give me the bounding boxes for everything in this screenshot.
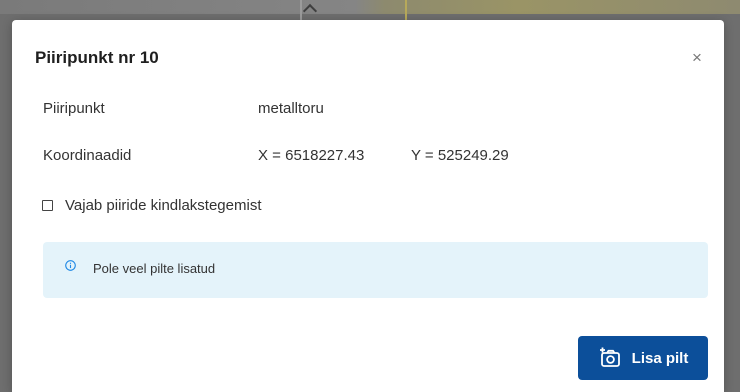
coordinates-label: Koordinaadid xyxy=(43,147,132,164)
point-label: Piiripunkt xyxy=(43,100,105,117)
info-message: Pole veel pilte lisatud xyxy=(93,261,216,276)
add-photo-camera-icon xyxy=(599,347,620,367)
point-dialog: Piiripunkt nr 10 × Piiripunkt metalltoru… xyxy=(12,20,724,392)
coordinate-y: Y = 525249.29 xyxy=(411,147,509,164)
checkbox[interactable] xyxy=(42,199,53,211)
map-line xyxy=(405,0,407,20)
checkbox-label: Vajab piiride kindlakstegemist xyxy=(65,196,262,214)
dialog-title: Piiripunkt nr 10 xyxy=(35,48,159,67)
add-photo-button-label: Lisa pilt xyxy=(631,349,689,367)
coordinate-x: X = 6518227.43 xyxy=(258,147,365,164)
add-photo-button[interactable]: Lisa pilt xyxy=(578,336,708,380)
point-value: metalltoru xyxy=(258,100,324,117)
close-icon[interactable]: × xyxy=(689,49,705,66)
map-line xyxy=(300,0,302,20)
info-circle-icon xyxy=(65,260,76,271)
no-photos-info-alert: Pole veel pilte lisatud xyxy=(43,242,708,298)
map-background xyxy=(0,0,740,20)
boundary-check-checkbox-row[interactable]: Vajab piiride kindlakstegemist xyxy=(42,195,262,215)
